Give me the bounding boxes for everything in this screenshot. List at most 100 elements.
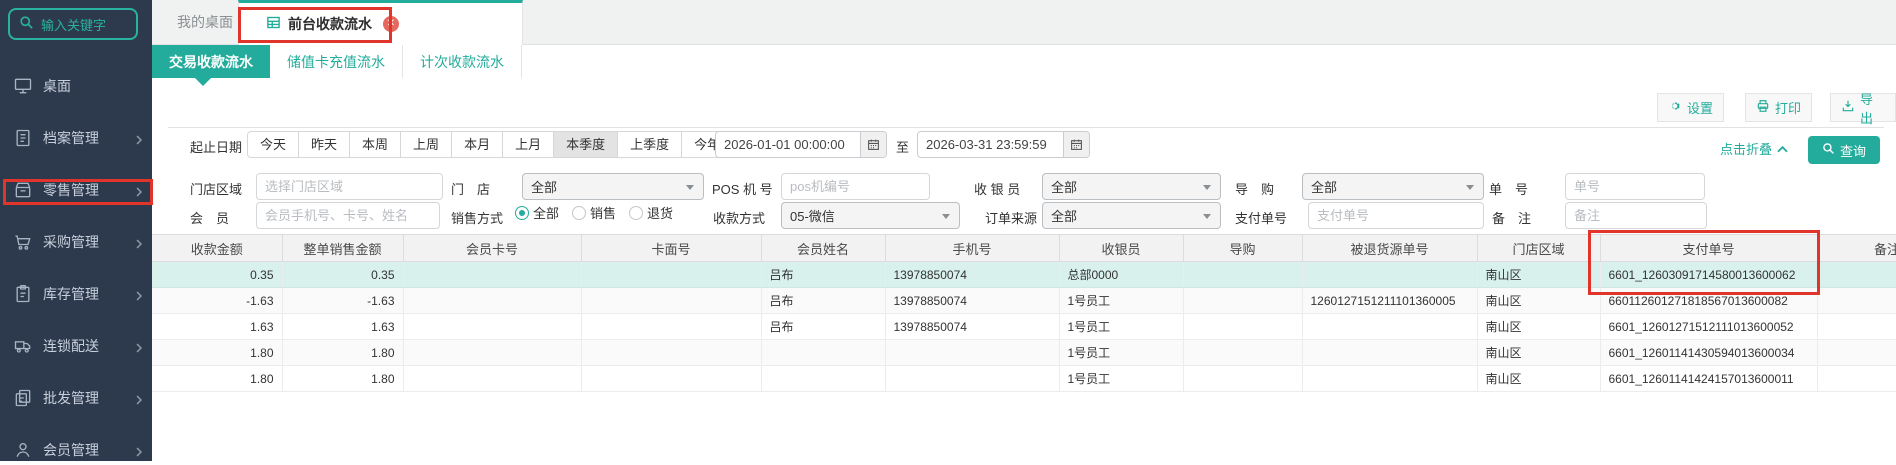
export-button[interactable]: 导出 [1830,92,1896,126]
close-icon[interactable]: ✕ [383,16,399,32]
cell[interactable] [1183,261,1303,288]
preset-last-week[interactable]: 上周 [401,131,453,158]
table-row[interactable]: 0.35 0.35 吕布 13978850074 总部0000 南山区 6601… [152,261,1896,288]
cell[interactable]: 13978850074 [885,313,1060,340]
sidebar-search-input[interactable]: 输入关键字 [8,8,138,40]
selected-pay-no-cell[interactable]: 6601_12603091714580013600062 [1600,261,1818,288]
cell[interactable] [581,339,762,366]
pay-no-input[interactable] [1308,202,1484,229]
preset-this-month[interactable]: 本月 [452,131,504,158]
radio-refund[interactable]: 退货 [629,203,673,222]
cell[interactable] [581,287,762,314]
sidebar-item-delivery[interactable]: 连锁配送 [0,331,152,361]
col-cashier[interactable]: 收银员 [1059,234,1184,262]
col-member-card-no[interactable]: 会员卡号 [403,234,582,262]
print-button[interactable]: 打印 [1745,93,1813,122]
table-row[interactable]: 1.80 1.80 1号员工 南山区 6601_1260114143059401… [152,339,1896,366]
subtab-count-receipt-flow[interactable]: 计次收款流水 [403,45,522,78]
cell[interactable] [403,313,582,340]
query-button[interactable]: 查询 [1808,136,1880,164]
col-phone[interactable]: 手机号 [885,234,1060,262]
store-area-input[interactable] [256,173,443,200]
tab-front-receipts[interactable]: 前台收款流水 ✕ [238,0,523,45]
settings-button[interactable]: 设置 [1657,93,1725,122]
cell[interactable] [1183,339,1303,366]
cell[interactable] [761,365,886,392]
cell[interactable] [403,287,582,314]
cell[interactable] [581,261,762,288]
cell[interactable] [403,365,582,392]
subtab-storedcard-recharge-flow[interactable]: 储值卡充值流水 [270,45,403,78]
cell[interactable] [885,339,1060,366]
store-select[interactable]: 全部 [522,173,704,200]
pay-method-select[interactable]: 05-微信 [781,202,960,229]
col-card-face-no[interactable]: 卡面号 [581,234,762,262]
cell[interactable]: 1260127151211101360005 [1302,287,1478,314]
preset-last-quarter[interactable]: 上季度 [618,131,683,158]
cell[interactable]: 1号员工 [1059,339,1184,366]
cell[interactable] [1183,365,1303,392]
radio-sale[interactable]: 销售 [572,203,616,222]
sidebar-item-retail[interactable]: 零售管理 [0,175,152,205]
preset-this-quarter[interactable]: 本季度 [554,131,619,158]
cell[interactable] [1817,313,1896,340]
col-refund-source-no[interactable]: 被退货源单号 [1302,234,1478,262]
calendar-icon[interactable] [1063,132,1089,157]
cell[interactable]: -1.63 [282,287,404,314]
remark-input[interactable] [1565,202,1707,229]
cell[interactable]: 1.63 [282,313,404,340]
preset-yesterday[interactable]: 昨天 [299,131,351,158]
cell[interactable] [403,261,582,288]
cell[interactable]: -1.63 [152,287,283,314]
cell[interactable]: 南山区 [1477,287,1601,314]
cell[interactable]: 吕布 [761,261,886,288]
cell[interactable] [1817,339,1896,366]
sidebar-item-inventory[interactable]: 库存管理 [0,279,152,309]
radio-all[interactable]: 全部 [515,203,559,222]
cell[interactable]: 6601_12601141424157013600011 [1600,365,1818,392]
col-guide[interactable]: 导购 [1183,234,1303,262]
cell[interactable]: 南山区 [1477,365,1601,392]
cell[interactable]: 1.80 [282,339,404,366]
order-source-select[interactable]: 全部 [1042,202,1221,229]
table-row[interactable]: -1.63 -1.63 吕布 13978850074 1号员工 12601271… [152,287,1896,314]
col-order-sale-amount[interactable]: 整单销售金额 [282,234,404,262]
cell[interactable] [403,339,582,366]
cell[interactable]: 13978850074 [885,261,1060,288]
cell[interactable]: 6601_12601141430594013600034 [1600,339,1818,366]
cell[interactable]: 1.63 [152,313,283,340]
cell[interactable]: 南山区 [1477,339,1601,366]
cell[interactable]: 1.80 [152,339,283,366]
table-row[interactable]: 1.80 1.80 1号员工 南山区 6601_1260114142415701… [152,365,1896,392]
preset-this-week[interactable]: 本周 [350,131,402,158]
cell[interactable]: 吕布 [761,313,886,340]
col-pay-no[interactable]: 支付单号 [1600,234,1818,262]
cell[interactable]: 1号员工 [1059,313,1184,340]
cell[interactable] [1817,287,1896,314]
col-receipt-amount[interactable]: 收款金额 [152,234,283,262]
cell[interactable]: 660112601271818567013600082 [1600,287,1818,314]
cell[interactable] [1183,313,1303,340]
date-from-picker[interactable]: 2026-01-01 00:00:00 [715,131,887,158]
sidebar-item-archives[interactable]: 档案管理 [0,123,152,153]
cell[interactable] [1817,365,1896,392]
calendar-icon[interactable] [860,132,886,157]
preset-today[interactable]: 今天 [247,131,300,158]
cell[interactable] [761,339,886,366]
cell[interactable] [1302,313,1478,340]
cell[interactable]: 1.80 [152,365,283,392]
cell[interactable]: 南山区 [1477,313,1601,340]
cell[interactable] [1183,287,1303,314]
pos-number-input[interactable] [781,173,930,200]
cell[interactable] [1302,365,1478,392]
collapse-filters-link[interactable]: 点击折叠 [1720,139,1788,158]
cell[interactable] [1817,261,1896,288]
col-member-name[interactable]: 会员姓名 [761,234,886,262]
cell[interactable]: 1号员工 [1059,287,1184,314]
col-remark[interactable]: 备注 [1817,234,1896,262]
member-input[interactable] [256,202,440,229]
preset-last-month[interactable]: 上月 [503,131,555,158]
cell[interactable] [1302,339,1478,366]
sidebar-item-purchase[interactable]: 采购管理 [0,227,152,257]
sidebar-item-wholesale[interactable]: 批发管理 [0,383,152,413]
